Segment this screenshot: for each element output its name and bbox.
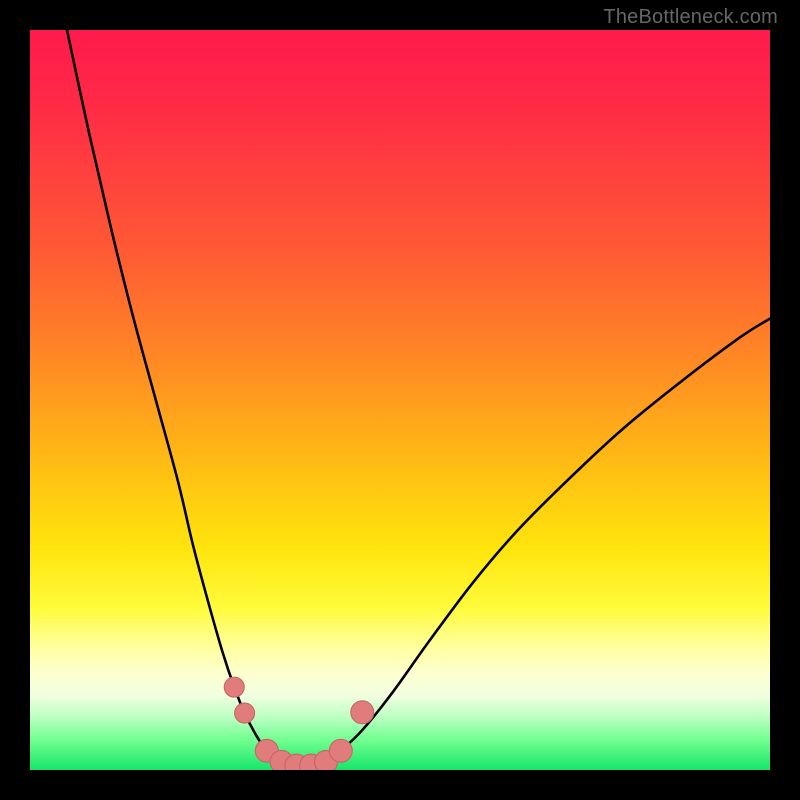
valley-marker	[351, 701, 374, 724]
valley-marker	[329, 739, 352, 762]
plot-area	[30, 30, 770, 770]
valley-markers	[224, 677, 373, 770]
marker-layer	[30, 30, 770, 770]
chart-stage: TheBottleneck.com	[0, 0, 800, 800]
valley-marker	[224, 677, 244, 697]
valley-marker	[235, 703, 255, 723]
watermark-text: TheBottleneck.com	[603, 6, 778, 29]
